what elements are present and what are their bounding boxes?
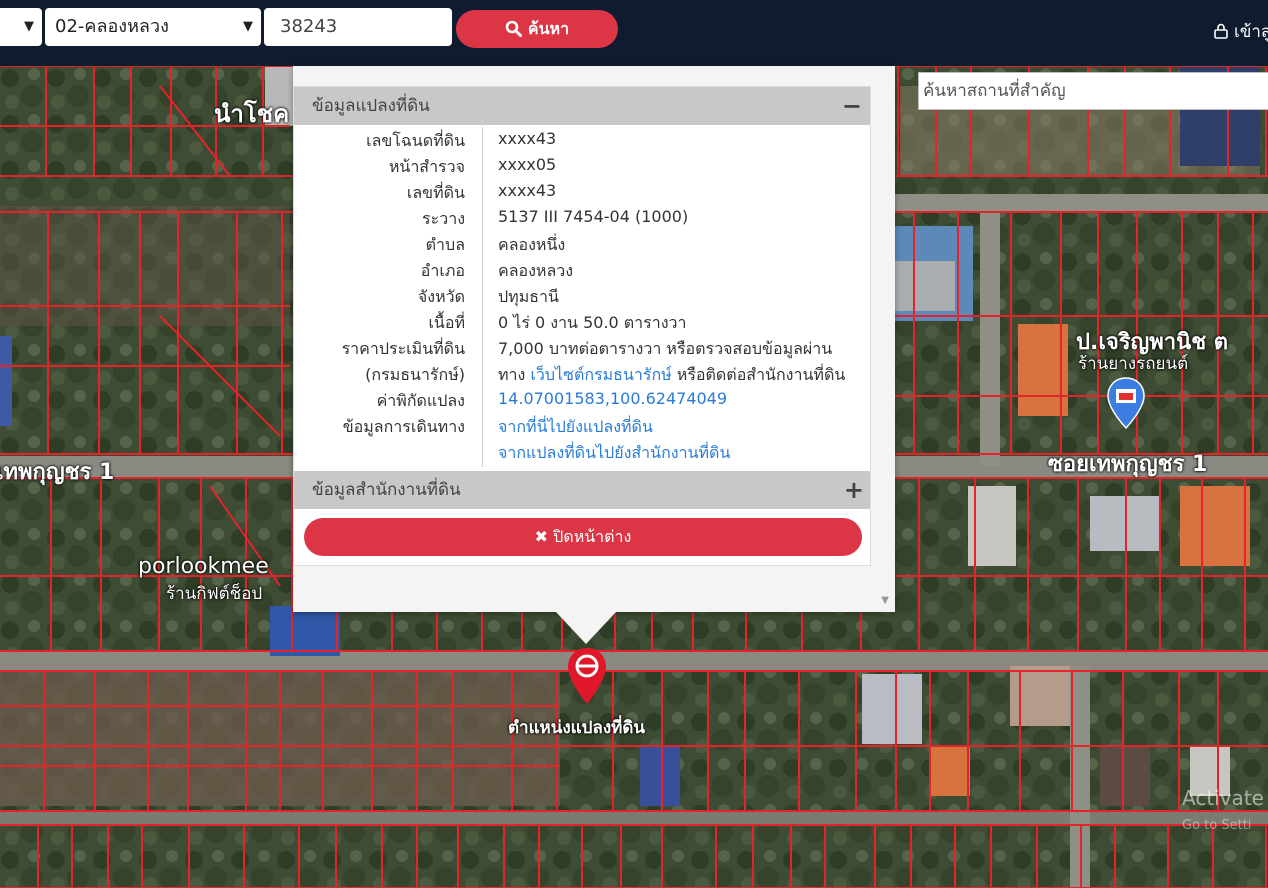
chevron-down-icon: ▼ bbox=[243, 19, 253, 34]
directions-to-parcel-link[interactable]: จากที่นี่ไปยังแปลงที่ดิน bbox=[498, 415, 653, 440]
detail-value: ทาง เว็บไซต์กรมธนารักษ์ หรือติดต่อสำนักง… bbox=[498, 363, 845, 388]
activation-watermark-sub: Go to Setti bbox=[1182, 818, 1252, 833]
detail-key: เลขโฉนดที่ดิน bbox=[366, 131, 465, 150]
detail-value: คลองหนึ่ง bbox=[498, 235, 566, 254]
detail-key: อำเภอ bbox=[420, 261, 465, 280]
top-navbar: ▼ 02-คลองหลวง ▼ 38243 ค้นหา เข้าสู่ bbox=[0, 0, 1268, 66]
detail-value: 5137 III 7454-04 (1000) bbox=[498, 207, 689, 226]
parcel-info-card: ข้อมูลแปลงที่ดิน − เลขโฉนดที่ดิน xxxx43 … bbox=[293, 86, 871, 566]
login-label: เข้าสู่ bbox=[1234, 22, 1268, 42]
detail-row: ค่าพิกัดแปลง 14.07001583,100.62474049 bbox=[294, 387, 870, 413]
detail-key: ระวาง bbox=[422, 209, 465, 228]
detail-row: ระวาง 5137 III 7454-04 (1000) bbox=[294, 205, 870, 231]
detail-key: (กรมธนารักษ์) bbox=[365, 365, 465, 384]
scroll-down-icon[interactable]: ▼ bbox=[881, 595, 889, 606]
treasury-website-link[interactable]: เว็บไซต์กรมธนารักษ์ bbox=[530, 365, 671, 384]
detail-key: เนื้อที่ bbox=[428, 313, 465, 332]
close-window-button[interactable]: ✖ ปิดหน้าต่าง bbox=[304, 518, 862, 556]
land-office-section-title: ข้อมูลสำนักงานที่ดิน bbox=[312, 480, 461, 500]
search-button-label: ค้นหา bbox=[527, 19, 570, 38]
detail-row: ข้อมูลการเดินทาง จากที่นี่ไปยังแปลงที่ดิ… bbox=[294, 413, 870, 439]
detail-value: ปทุมธานี bbox=[498, 287, 559, 306]
parcel-location-pin-icon[interactable] bbox=[566, 646, 608, 706]
popup-pointer bbox=[556, 612, 616, 644]
detail-key: เลขที่ดิน bbox=[406, 183, 465, 202]
detail-value: xxxx43 bbox=[498, 181, 557, 200]
detail-value: 7,000 บาทต่อตารางวา หรือตรวจสอบข้อมูลผ่า… bbox=[498, 339, 833, 358]
detail-row: เนื้อที่ 0 ไร่ 0 งาน 50.0 ตารางวา bbox=[294, 309, 870, 335]
parcel-location-label: ตำแหน่งแปลงที่ดิน bbox=[508, 718, 646, 738]
detail-value: xxxx05 bbox=[498, 155, 557, 174]
parcel-number-input[interactable]: 38243 bbox=[264, 8, 452, 46]
map-label-street-left: เทพกุญชร 1 bbox=[0, 460, 115, 485]
detail-row: อำเภอ คลองหลวง bbox=[294, 257, 870, 283]
map-label-shop: นำโชค bbox=[214, 100, 290, 128]
parcel-info-popup: ข้อมูลแปลงที่ดิน − เลขโฉนดที่ดิน xxxx43 … bbox=[293, 66, 895, 612]
activation-watermark: Activate bbox=[1182, 786, 1264, 810]
parcel-section-header[interactable]: ข้อมูลแปลงที่ดิน − bbox=[294, 87, 870, 125]
detail-row: ราคาประเมินที่ดิน 7,000 บาทต่อตารางวา หร… bbox=[294, 335, 870, 361]
map-label-street-right: ซอยเทพกุญชร 1 bbox=[1048, 452, 1208, 477]
district-select-value: 02-คลองหลวง bbox=[55, 16, 169, 37]
district-select[interactable]: 02-คลองหลวง ▼ bbox=[45, 8, 261, 46]
directions-to-office-link[interactable]: จากแปลงที่ดินไปยังสำนักงานที่ดิน bbox=[498, 441, 730, 466]
detail-key: ข้อมูลการเดินทาง bbox=[342, 417, 465, 436]
search-button[interactable]: ค้นหา bbox=[456, 10, 618, 48]
detail-row: จังหวัด ปทุมธานี bbox=[294, 283, 870, 309]
map-label-shop-right-sub: ร้านยางรถยนต์ bbox=[1078, 354, 1189, 374]
detail-row: หน้าสำรวจ xxxx05 bbox=[294, 153, 870, 179]
detail-key: หน้าสำรวจ bbox=[388, 157, 465, 176]
map-label-porlookmee: porlookmee bbox=[138, 554, 269, 579]
detail-text: ทาง bbox=[498, 365, 531, 384]
landmark-search-input[interactable]: ค้นหาสถานที่สำคัญ bbox=[918, 72, 1268, 110]
detail-row: (กรมธนารักษ์) ทาง เว็บไซต์กรมธนารักษ์ หร… bbox=[294, 361, 870, 387]
detail-value: คลองหลวง bbox=[498, 261, 574, 280]
chevron-down-icon: ▼ bbox=[24, 19, 34, 34]
detail-row: เลขที่ดิน xxxx43 bbox=[294, 179, 870, 205]
close-window-label: ปิดหน้าต่าง bbox=[553, 527, 632, 546]
coordinate-link[interactable]: 14.07001583,100.62474049 bbox=[498, 389, 727, 408]
detail-key: จังหวัด bbox=[417, 287, 465, 306]
parcel-section-title: ข้อมูลแปลงที่ดิน bbox=[312, 96, 430, 116]
detail-key: ตำบล bbox=[425, 235, 465, 254]
parcel-details: เลขโฉนดที่ดิน xxxx43 หน้าสำรวจ xxxx05 เล… bbox=[294, 125, 870, 467]
plus-icon[interactable]: + bbox=[844, 471, 864, 509]
map-label-porlookmee-sub: ร้านกิฟต์ช็อป bbox=[166, 584, 263, 604]
detail-row: ตำบล คลองหนึ่ง bbox=[294, 231, 870, 257]
close-icon: ✖ bbox=[534, 527, 549, 546]
detail-key: ราคาประเมินที่ดิน bbox=[341, 339, 465, 358]
land-office-section-header[interactable]: ข้อมูลสำนักงานที่ดิน + bbox=[294, 471, 870, 509]
detail-value: 0 ไร่ 0 งาน 50.0 ตารางวา bbox=[498, 313, 687, 332]
login-link[interactable]: เข้าสู่ bbox=[1214, 18, 1268, 45]
lock-icon bbox=[1214, 23, 1228, 39]
detail-row: เลขโฉนดที่ดิน xxxx43 bbox=[294, 127, 870, 153]
province-select[interactable]: ▼ bbox=[0, 8, 42, 46]
detail-row: จากแปลงที่ดินไปยังสำนักงานที่ดิน bbox=[294, 439, 870, 465]
poi-marker-icon[interactable] bbox=[1106, 376, 1146, 430]
search-icon bbox=[505, 20, 522, 37]
minus-icon[interactable]: − bbox=[842, 87, 862, 125]
detail-text: หรือติดต่อสำนักงานที่ดิน bbox=[671, 365, 846, 384]
detail-value: xxxx43 bbox=[498, 129, 557, 148]
detail-key: ค่าพิกัดแปลง bbox=[376, 391, 465, 410]
